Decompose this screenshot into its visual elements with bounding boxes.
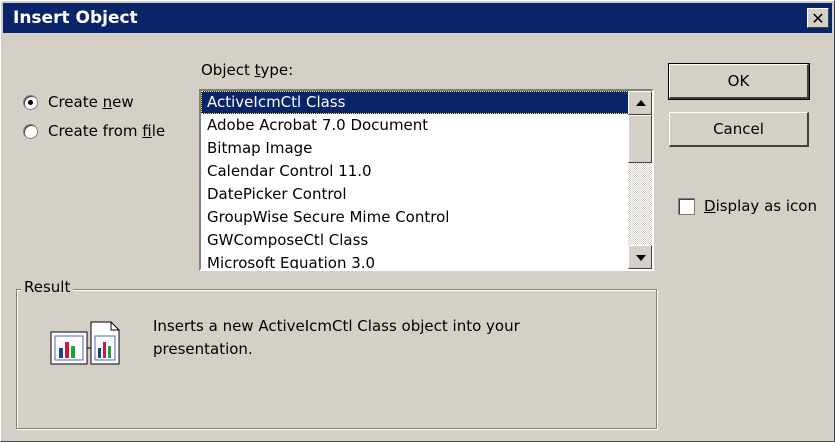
result-description: Inserts a new ActiveIcmCtl Class object …: [153, 317, 520, 358]
display-as-icon-checkbox[interactable]: Display as icon: [678, 197, 817, 215]
scroll-thumb[interactable]: [628, 115, 652, 163]
ok-button[interactable]: OK: [668, 63, 810, 100]
insert-object-chart-icon: [50, 321, 120, 365]
list-item[interactable]: Adobe Acrobat 7.0 Document: [201, 114, 629, 137]
radio-dot-icon: [28, 99, 33, 105]
result-label: Result: [21, 278, 74, 296]
list-item[interactable]: Calendar Control 11.0: [201, 160, 629, 183]
display-as-icon-label: Display as icon: [704, 197, 817, 215]
vertical-scrollbar[interactable]: [628, 91, 652, 269]
list-item[interactable]: Bitmap Image: [201, 137, 629, 160]
list-item[interactable]: ActiveIcmCtl Class: [201, 91, 629, 114]
object-type-list: ActiveIcmCtl Class Adobe Acrobat 7.0 Docu…: [201, 91, 629, 269]
close-button[interactable]: ✕: [807, 8, 829, 28]
object-type-label: Object type:: [201, 61, 294, 79]
list-item[interactable]: Microsoft Equation 3.0: [201, 252, 629, 269]
radio-button[interactable]: [23, 123, 38, 139]
create-from-file-label: Create from file: [48, 122, 166, 140]
cancel-button[interactable]: Cancel: [669, 112, 809, 147]
insert-object-dialog: Insert Object ✕ Create new Create from f…: [0, 0, 835, 442]
list-item[interactable]: GroupWise Secure Mime Control: [201, 206, 629, 229]
scroll-down-button[interactable]: [628, 245, 652, 269]
radio-button[interactable]: [23, 94, 38, 110]
scroll-up-button[interactable]: [628, 91, 652, 115]
window-title: Insert Object: [13, 8, 138, 28]
checkbox-box[interactable]: [678, 197, 695, 215]
list-item[interactable]: DatePicker Control: [201, 183, 629, 206]
object-type-listbox[interactable]: ActiveIcmCtl Class Adobe Acrobat 7.0 Docu…: [199, 89, 654, 271]
list-item[interactable]: GWComposeCtl Class: [201, 229, 629, 252]
close-icon: ✕: [811, 9, 825, 28]
title-bar[interactable]: Insert Object ✕: [3, 3, 832, 33]
arrow-down-icon: [636, 255, 646, 261]
create-new-radio[interactable]: Create new: [23, 93, 134, 111]
create-from-file-radio[interactable]: Create from file: [23, 122, 165, 140]
arrow-up-icon: [636, 100, 646, 106]
create-new-label: Create new: [48, 93, 134, 111]
